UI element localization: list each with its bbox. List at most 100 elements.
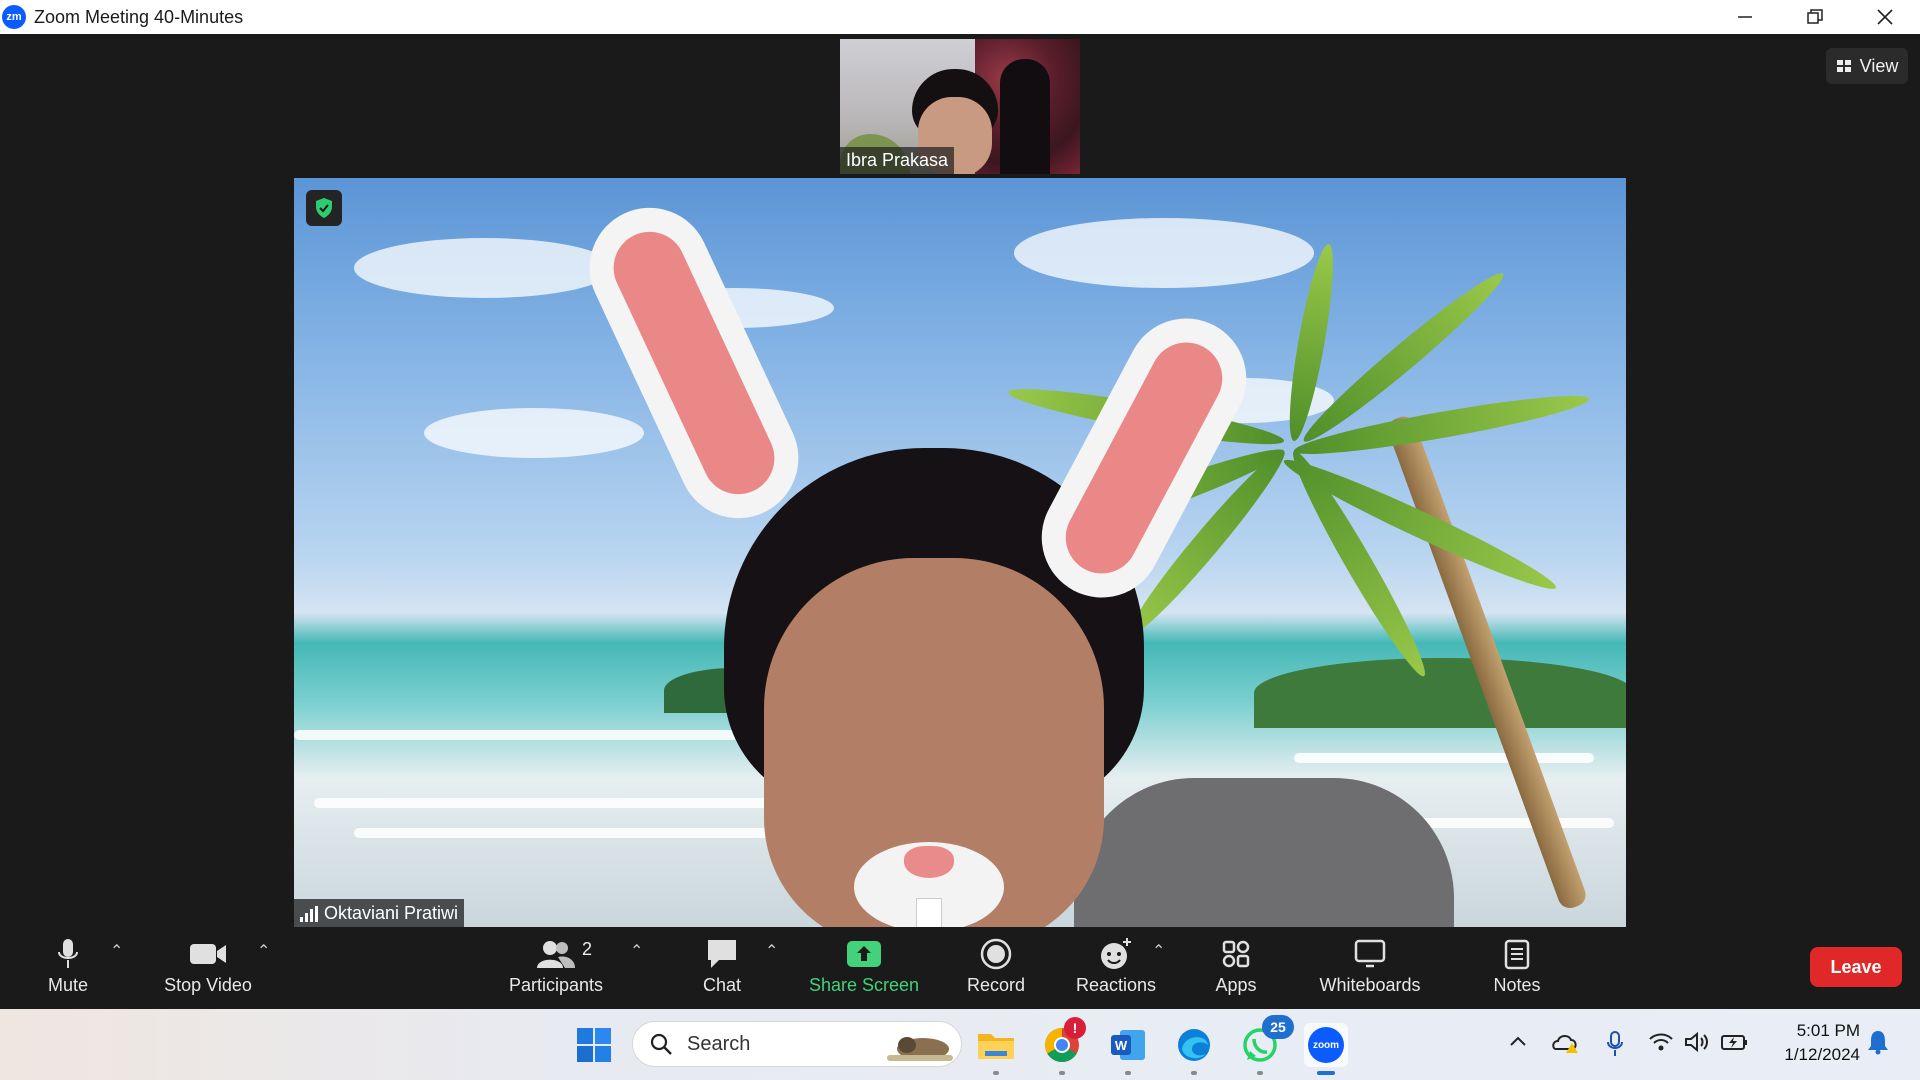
leave-button[interactable]: Leave: [1810, 947, 1902, 987]
minimize-button[interactable]: [1710, 0, 1780, 34]
taskbar-zoom[interactable]: zoom: [1304, 1023, 1348, 1075]
stop-video-label: Stop Video: [164, 975, 252, 995]
taskbar-word[interactable]: W: [1106, 1023, 1150, 1075]
video-options-caret-icon[interactable]: ⌃: [257, 941, 270, 961]
view-button[interactable]: View: [1826, 48, 1908, 84]
cloud: [354, 238, 614, 298]
bunny-ear-right: [1020, 297, 1268, 619]
meeting-toolbar: Mute ⌃ Stop Video ⌃ Participants 2 ⌃ Cha…: [0, 927, 1920, 1009]
record-label: Record: [966, 975, 1026, 995]
chat-bubble-icon: [708, 940, 736, 968]
title-bar: zm Zoom Meeting 40-Minutes: [0, 0, 1920, 34]
close-icon: [1877, 9, 1893, 25]
participants-icon: [537, 941, 575, 968]
chat-options-caret-icon[interactable]: ⌃: [765, 941, 778, 961]
taskbar-chrome[interactable]: !: [1040, 1017, 1086, 1075]
audio-options-caret-icon[interactable]: ⌃: [110, 941, 123, 961]
whiteboard-icon: [1354, 939, 1386, 968]
search-highlight-illustration-icon: [887, 1037, 953, 1061]
chrome-badge: !: [1064, 1017, 1086, 1039]
show-hidden-icons-chevron-icon[interactable]: [1508, 1031, 1528, 1056]
mute-button[interactable]: Mute: [38, 935, 98, 1005]
wave: [314, 798, 834, 808]
chat-button[interactable]: Chat: [700, 935, 744, 1005]
search-label: Search: [687, 1032, 751, 1055]
bunny-nose: [854, 842, 1004, 928]
main-video-name: Oktaviani Pratiwi: [324, 903, 459, 923]
taskbar-search-box[interactable]: Search: [632, 1021, 962, 1067]
taskbar-edge[interactable]: [1172, 1023, 1216, 1075]
window-title: Zoom Meeting 40-Minutes: [34, 6, 244, 27]
notes-button[interactable]: Notes: [1488, 935, 1546, 1005]
bunny-ear-left: [569, 188, 819, 538]
minimize-icon: [1738, 16, 1752, 18]
tree-line: [1254, 658, 1626, 728]
notes-label: Notes: [1493, 975, 1541, 995]
encryption-shield-icon[interactable]: [306, 190, 342, 226]
apps-label: Apps: [1215, 975, 1257, 995]
word-icon: W: [1111, 1030, 1145, 1060]
windows-logo-icon: [577, 1028, 611, 1062]
participants-count: 2: [582, 939, 593, 959]
mute-label: Mute: [47, 975, 89, 995]
restore-button[interactable]: [1780, 0, 1850, 34]
start-button[interactable]: [572, 1023, 616, 1067]
whiteboards-label: Whiteboards: [1319, 975, 1421, 995]
smiley-plus-icon: [1101, 938, 1131, 969]
share-screen-icon: [847, 941, 881, 967]
onedrive-warning-icon[interactable]: [1552, 1031, 1580, 1060]
record-button[interactable]: Record: [960, 935, 1032, 1005]
thumbnail-name-tag: Ibra Prakasa: [840, 147, 955, 174]
microphone-icon: [58, 939, 78, 968]
apps-button[interactable]: Apps: [1210, 935, 1262, 1005]
taskbar-clock[interactable]: 5:01 PM 1/12/2024: [1770, 1019, 1860, 1067]
zoom-app-icon: zm: [2, 5, 26, 29]
restore-icon: [1807, 9, 1823, 24]
stop-video-button[interactable]: Stop Video: [158, 935, 258, 1005]
microphone-tray-icon[interactable]: [1606, 1031, 1624, 1062]
reactions-options-caret-icon[interactable]: ⌃: [1152, 941, 1165, 961]
video-camera-icon: [190, 944, 226, 964]
notification-bell-icon[interactable]: [1866, 1029, 1890, 1060]
folder-icon: [978, 1034, 1014, 1059]
cloud: [1014, 218, 1314, 288]
taskbar-whatsapp[interactable]: 25: [1238, 1015, 1294, 1075]
record-icon: [980, 938, 1012, 970]
reactions-label: Reactions: [1075, 975, 1157, 995]
clock-date: 1/12/2024: [1784, 1045, 1860, 1064]
cloud: [424, 408, 644, 458]
whatsapp-badge: 25: [1262, 1015, 1294, 1039]
svg-text:W: W: [1115, 1038, 1128, 1053]
participants-options-caret-icon[interactable]: ⌃: [630, 941, 643, 961]
reactions-button[interactable]: Reactions: [1074, 935, 1158, 1005]
windows-taskbar: Search ! W 25 zoom 5:01 PM 1/12/2024: [0, 1009, 1920, 1080]
clock-time: 5:01 PM: [1796, 1021, 1860, 1040]
close-button[interactable]: [1850, 0, 1920, 34]
taskbar-file-explorer[interactable]: [974, 1023, 1018, 1075]
main-video-name-tag: Oktaviani Pratiwi: [294, 899, 465, 928]
whiteboards-button[interactable]: Whiteboards: [1312, 935, 1428, 1005]
signal-strength-icon: [300, 905, 318, 922]
notes-icon: [1504, 939, 1530, 970]
person-shirt: [1074, 778, 1454, 928]
edge-icon: [1178, 1029, 1210, 1061]
participants-label: Participants: [508, 975, 604, 995]
grid-view-icon: [1836, 60, 1851, 72]
wave: [1294, 753, 1594, 763]
apps-icon: [1222, 940, 1250, 968]
share-screen-label: Share Screen: [808, 975, 920, 995]
active-speaker-video: Oktaviani Pratiwi: [294, 178, 1626, 928]
view-button-label: View: [1859, 55, 1899, 76]
participant-thumbnail[interactable]: Ibra Prakasa: [840, 39, 1080, 174]
thumbnail-figure: [1000, 59, 1050, 174]
battery-charging-icon[interactable]: [1720, 1031, 1748, 1058]
search-icon: [650, 1033, 672, 1055]
wave: [294, 730, 774, 740]
wifi-icon[interactable]: [1648, 1031, 1674, 1058]
chat-label: Chat: [702, 975, 742, 995]
meeting-area: View Ibra Prakasa Oktaviani Pratiwi: [0, 34, 1920, 928]
wave: [354, 828, 794, 838]
volume-icon[interactable]: [1684, 1031, 1710, 1058]
zoom-taskbar-icon: zoom: [1308, 1027, 1344, 1063]
share-screen-button[interactable]: Share Screen: [804, 935, 924, 1005]
